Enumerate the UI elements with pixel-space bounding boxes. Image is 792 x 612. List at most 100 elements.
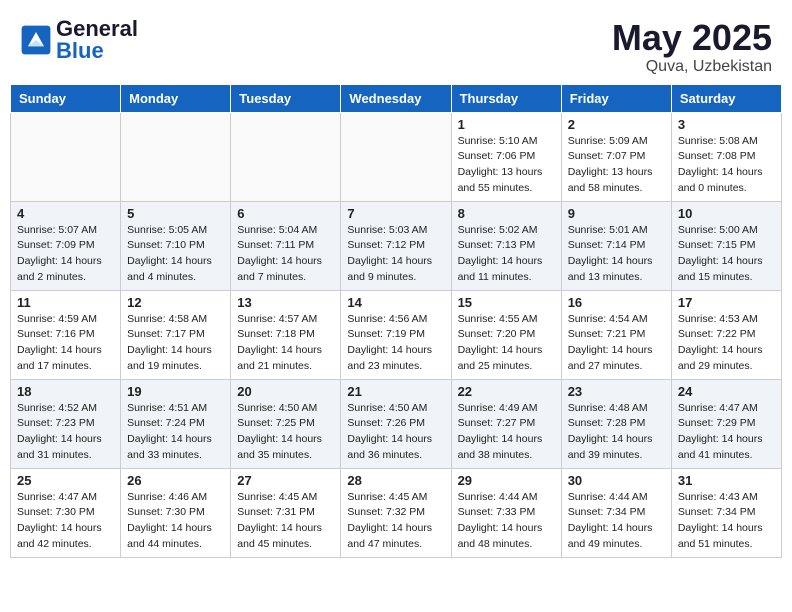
- day-info: Sunrise: 5:01 AMSunset: 7:14 PMDaylight:…: [568, 223, 665, 286]
- day-number: 16: [568, 295, 665, 310]
- day-info: Sunrise: 5:05 AMSunset: 7:10 PMDaylight:…: [127, 223, 224, 286]
- calendar-day-cell: 2 Sunrise: 5:09 AMSunset: 7:07 PMDaylight…: [561, 112, 671, 201]
- calendar-day-cell: 28 Sunrise: 4:45 AMSunset: 7:32 PMDayligh…: [341, 468, 451, 557]
- calendar-day-cell: 19Sunrise: 4:51 AMSunset: 7:24 PMDayligh…: [121, 379, 231, 468]
- day-info: Sunrise: 5:04 AMSunset: 7:11 PMDaylight:…: [237, 223, 334, 286]
- calendar-day-cell: [11, 112, 121, 201]
- calendar-day-cell: 9Sunrise: 5:01 AMSunset: 7:14 PMDaylight…: [561, 201, 671, 290]
- calendar-day-cell: 4 Sunrise: 5:07 AMSunset: 7:09 PMDaylight…: [11, 201, 121, 290]
- day-info: Sunrise: 5:10 AMSunset: 7:06 PMDaylight:…: [458, 134, 555, 197]
- logo-icon: [20, 24, 52, 56]
- day-number: 12: [127, 295, 224, 310]
- calendar-day-cell: 14 Sunrise: 4:56 AMSunset: 7:19 PMDayligh…: [341, 290, 451, 379]
- day-info: Sunrise: 5:00 AMSunset: 7:15 PMDaylight:…: [678, 223, 775, 286]
- calendar-day-cell: 17Sunrise: 4:53 AMSunset: 7:22 PMDayligh…: [671, 290, 781, 379]
- month-year: May 2025: [612, 18, 772, 58]
- calendar-day-cell: 6 Sunrise: 5:04 AMSunset: 7:11 PMDaylight…: [231, 201, 341, 290]
- day-number: 31: [678, 473, 775, 488]
- day-number: 14: [347, 295, 444, 310]
- day-number: 23: [568, 384, 665, 399]
- day-info: Sunrise: 4:50 AMSunset: 7:26 PMDaylight:…: [347, 401, 444, 464]
- weekday-header-friday: Friday: [561, 84, 671, 112]
- day-info: Sunrise: 4:44 AMSunset: 7:34 PMDaylight:…: [568, 490, 665, 553]
- calendar-table: SundayMondayTuesdayWednesdayThursdayFrid…: [10, 84, 782, 558]
- day-number: 18: [17, 384, 114, 399]
- weekday-header-sunday: Sunday: [11, 84, 121, 112]
- day-number: 20: [237, 384, 334, 399]
- calendar-day-cell: [341, 112, 451, 201]
- day-number: 28: [347, 473, 444, 488]
- weekday-header-row: SundayMondayTuesdayWednesdayThursdayFrid…: [11, 84, 782, 112]
- page-header: General Blue May 2025 Quva, Uzbekistan: [10, 10, 782, 76]
- day-info: Sunrise: 4:52 AMSunset: 7:23 PMDaylight:…: [17, 401, 114, 464]
- calendar-day-cell: 15Sunrise: 4:55 AMSunset: 7:20 PMDayligh…: [451, 290, 561, 379]
- day-number: 21: [347, 384, 444, 399]
- day-info: Sunrise: 4:43 AMSunset: 7:34 PMDaylight:…: [678, 490, 775, 553]
- day-number: 2: [568, 117, 665, 132]
- day-number: 15: [458, 295, 555, 310]
- weekday-header-tuesday: Tuesday: [231, 84, 341, 112]
- day-number: 25: [17, 473, 114, 488]
- day-info: Sunrise: 4:46 AMSunset: 7:30 PMDaylight:…: [127, 490, 224, 553]
- calendar-day-cell: 24Sunrise: 4:47 AMSunset: 7:29 PMDayligh…: [671, 379, 781, 468]
- calendar-week-row: 25 Sunrise: 4:47 AMSunset: 7:30 PMDayligh…: [11, 468, 782, 557]
- calendar-day-cell: 16 Sunrise: 4:54 AMSunset: 7:21 PMDayligh…: [561, 290, 671, 379]
- day-info: Sunrise: 4:56 AMSunset: 7:19 PMDaylight:…: [347, 312, 444, 375]
- day-info: Sunrise: 4:47 AMSunset: 7:30 PMDaylight:…: [17, 490, 114, 553]
- weekday-header-saturday: Saturday: [671, 84, 781, 112]
- weekday-header-wednesday: Wednesday: [341, 84, 451, 112]
- calendar-day-cell: 29Sunrise: 4:44 AMSunset: 7:33 PMDayligh…: [451, 468, 561, 557]
- calendar-day-cell: 22Sunrise: 4:49 AMSunset: 7:27 PMDayligh…: [451, 379, 561, 468]
- day-number: 30: [568, 473, 665, 488]
- day-info: Sunrise: 4:45 AMSunset: 7:31 PMDaylight:…: [237, 490, 334, 553]
- calendar-day-cell: 20Sunrise: 4:50 AMSunset: 7:25 PMDayligh…: [231, 379, 341, 468]
- calendar-day-cell: 3Sunrise: 5:08 AMSunset: 7:08 PMDaylight…: [671, 112, 781, 201]
- calendar-day-cell: 12Sunrise: 4:58 AMSunset: 7:17 PMDayligh…: [121, 290, 231, 379]
- day-info: Sunrise: 5:02 AMSunset: 7:13 PMDaylight:…: [458, 223, 555, 286]
- day-number: 13: [237, 295, 334, 310]
- calendar-day-cell: 13 Sunrise: 4:57 AMSunset: 7:18 PMDayligh…: [231, 290, 341, 379]
- calendar-day-cell: 27 Sunrise: 4:45 AMSunset: 7:31 PMDayligh…: [231, 468, 341, 557]
- day-number: 1: [458, 117, 555, 132]
- logo-general-text: General: [56, 18, 138, 40]
- calendar-day-cell: 31 Sunrise: 4:43 AMSunset: 7:34 PMDayligh…: [671, 468, 781, 557]
- calendar-day-cell: 5 Sunrise: 5:05 AMSunset: 7:10 PMDaylight…: [121, 201, 231, 290]
- calendar-day-cell: 11Sunrise: 4:59 AMSunset: 7:16 PMDayligh…: [11, 290, 121, 379]
- day-info: Sunrise: 4:57 AMSunset: 7:18 PMDaylight:…: [237, 312, 334, 375]
- calendar-week-row: 11Sunrise: 4:59 AMSunset: 7:16 PMDayligh…: [11, 290, 782, 379]
- calendar-week-row: 18 Sunrise: 4:52 AMSunset: 7:23 PMDayligh…: [11, 379, 782, 468]
- day-number: 4: [17, 206, 114, 221]
- day-number: 24: [678, 384, 775, 399]
- calendar-day-cell: 25 Sunrise: 4:47 AMSunset: 7:30 PMDayligh…: [11, 468, 121, 557]
- calendar-day-cell: [121, 112, 231, 201]
- day-info: Sunrise: 4:48 AMSunset: 7:28 PMDaylight:…: [568, 401, 665, 464]
- day-info: Sunrise: 4:54 AMSunset: 7:21 PMDaylight:…: [568, 312, 665, 375]
- day-number: 5: [127, 206, 224, 221]
- day-number: 27: [237, 473, 334, 488]
- calendar-day-cell: 1 Sunrise: 5:10 AMSunset: 7:06 PMDaylight…: [451, 112, 561, 201]
- day-number: 6: [237, 206, 334, 221]
- day-info: Sunrise: 5:03 AMSunset: 7:12 PMDaylight:…: [347, 223, 444, 286]
- location: Quva, Uzbekistan: [612, 58, 772, 76]
- calendar-day-cell: 10 Sunrise: 5:00 AMSunset: 7:15 PMDayligh…: [671, 201, 781, 290]
- day-info: Sunrise: 5:09 AMSunset: 7:07 PMDaylight:…: [568, 134, 665, 197]
- calendar-day-cell: 30 Sunrise: 4:44 AMSunset: 7:34 PMDayligh…: [561, 468, 671, 557]
- weekday-header-monday: Monday: [121, 84, 231, 112]
- day-number: 10: [678, 206, 775, 221]
- day-info: Sunrise: 4:45 AMSunset: 7:32 PMDaylight:…: [347, 490, 444, 553]
- day-info: Sunrise: 4:49 AMSunset: 7:27 PMDaylight:…: [458, 401, 555, 464]
- calendar-day-cell: 18 Sunrise: 4:52 AMSunset: 7:23 PMDayligh…: [11, 379, 121, 468]
- calendar-day-cell: 8Sunrise: 5:02 AMSunset: 7:13 PMDaylight…: [451, 201, 561, 290]
- logo: General Blue: [20, 18, 138, 62]
- day-number: 26: [127, 473, 224, 488]
- logo-blue-text: Blue: [56, 40, 138, 62]
- title-block: May 2025 Quva, Uzbekistan: [612, 18, 772, 76]
- calendar-day-cell: 7Sunrise: 5:03 AMSunset: 7:12 PMDaylight…: [341, 201, 451, 290]
- day-info: Sunrise: 5:07 AMSunset: 7:09 PMDaylight:…: [17, 223, 114, 286]
- calendar-day-cell: 23 Sunrise: 4:48 AMSunset: 7:28 PMDayligh…: [561, 379, 671, 468]
- calendar-day-cell: 21 Sunrise: 4:50 AMSunset: 7:26 PMDayligh…: [341, 379, 451, 468]
- weekday-header-thursday: Thursday: [451, 84, 561, 112]
- day-info: Sunrise: 4:59 AMSunset: 7:16 PMDaylight:…: [17, 312, 114, 375]
- calendar-day-cell: 26 Sunrise: 4:46 AMSunset: 7:30 PMDayligh…: [121, 468, 231, 557]
- day-info: Sunrise: 4:44 AMSunset: 7:33 PMDaylight:…: [458, 490, 555, 553]
